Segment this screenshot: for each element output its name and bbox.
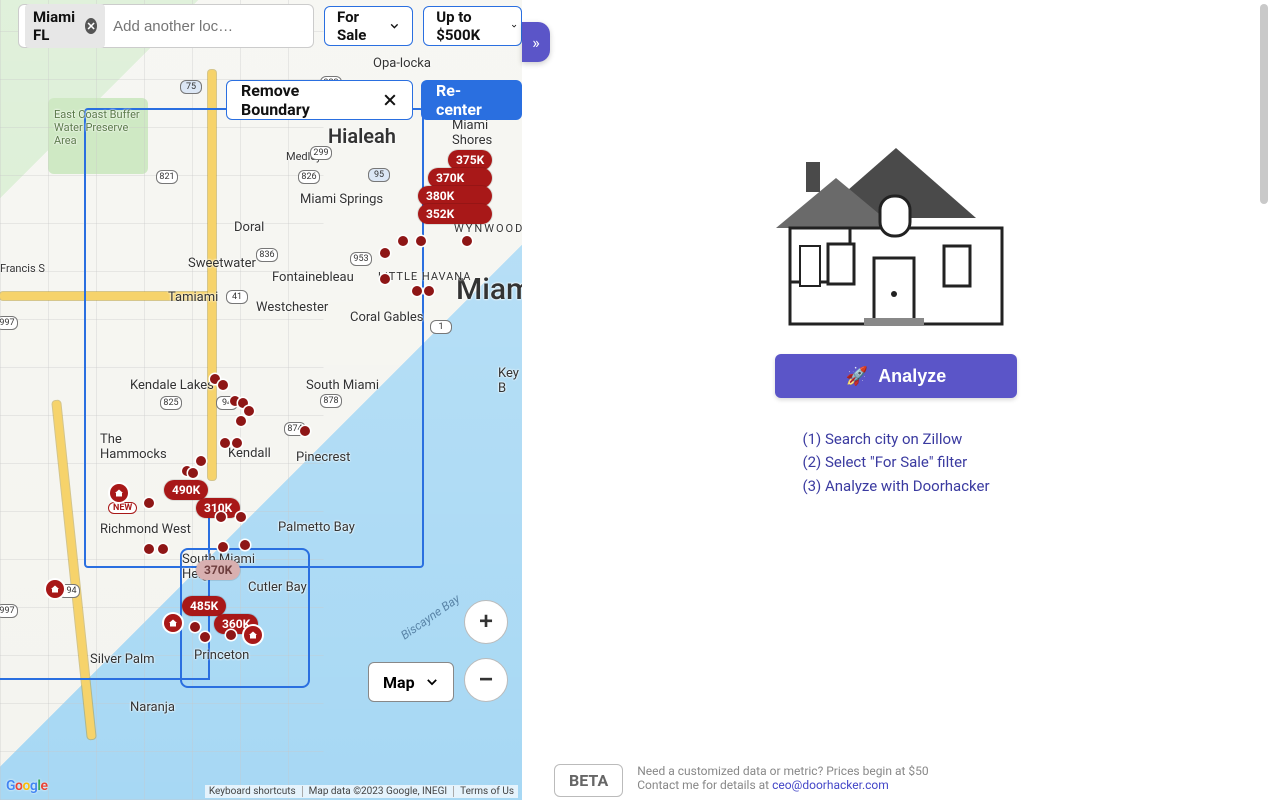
- attr-data: Map data ©2023 Google, INEGI: [309, 786, 447, 797]
- footer-contact-text: Contact me for details at: [637, 778, 772, 792]
- marker-dot[interactable]: [196, 456, 206, 466]
- marker-dot[interactable]: [398, 236, 408, 246]
- close-icon: [382, 92, 398, 108]
- marker-dot[interactable]: [412, 286, 422, 296]
- map-attribution: Keyboard shortcuts Map data ©2023 Google…: [205, 785, 518, 798]
- filter-for-sale-label: For Sale: [337, 8, 379, 44]
- onboarding-steps: (1) Search city on Zillow (2) Select "Fo…: [802, 428, 989, 498]
- chevron-right-icon: »: [532, 33, 540, 52]
- location-input[interactable]: [111, 17, 314, 36]
- chevron-down-icon: [511, 19, 517, 33]
- marker-dot[interactable]: [424, 286, 434, 296]
- footer-note: Need a customized data or metric? Prices…: [637, 764, 928, 792]
- price-pill[interactable]: 490K: [164, 480, 208, 500]
- price-pill[interactable]: 352K: [418, 204, 492, 224]
- marker-dot[interactable]: [218, 380, 228, 390]
- remove-boundary-label: Remove Boundary: [241, 81, 372, 119]
- location-chip-text: Miami FL: [33, 8, 79, 44]
- marker-dot[interactable]: [236, 416, 246, 426]
- map-actions: Remove Boundary Re-center: [226, 80, 522, 120]
- marker-dot[interactable]: [190, 622, 200, 632]
- step-3: (3) Analyze with Doorhacker: [802, 475, 989, 498]
- analyze-label: Analyze: [878, 366, 946, 387]
- remove-boundary-button[interactable]: Remove Boundary: [226, 80, 413, 120]
- filter-price-label: Up to $500K: [436, 8, 501, 44]
- map-type-selector[interactable]: Map: [368, 662, 454, 702]
- price-370-faded[interactable]: 370K: [196, 560, 240, 580]
- price-pill[interactable]: 380K: [418, 186, 492, 206]
- tag-new[interactable]: NEW: [108, 502, 137, 514]
- marker-dot[interactable]: [220, 438, 230, 448]
- recenter-label: Re-center: [436, 81, 507, 119]
- chevron-down-icon: [425, 675, 439, 689]
- price-pill[interactable]: 375K: [448, 150, 492, 170]
- price-pill[interactable]: 485K: [182, 596, 226, 616]
- marker-home[interactable]: [164, 614, 182, 632]
- marker-dot[interactable]: [244, 406, 254, 416]
- marker-dot[interactable]: [226, 630, 236, 640]
- chevron-down-icon: [389, 19, 400, 33]
- attr-terms[interactable]: Terms of Us: [460, 786, 514, 797]
- marker-dot[interactable]: [158, 544, 168, 554]
- marker-dot[interactable]: [200, 632, 210, 642]
- marker-dot[interactable]: [380, 274, 390, 284]
- marker-dot[interactable]: [462, 236, 472, 246]
- marker-dot[interactable]: [380, 248, 390, 258]
- scrollbar[interactable]: [1260, 4, 1268, 204]
- map-type-label: Map: [383, 673, 415, 692]
- location-search[interactable]: Miami FL ✕: [18, 4, 314, 48]
- collapse-panel-tab[interactable]: »: [522, 22, 550, 62]
- marker-dot[interactable]: [232, 438, 242, 448]
- marker-home[interactable]: [110, 484, 128, 502]
- marker-dot[interactable]: [144, 498, 154, 508]
- location-chip[interactable]: Miami FL ✕: [25, 4, 105, 48]
- beta-badge: BETA: [554, 764, 623, 797]
- footer-email-link[interactable]: ceo@doorhacker.com: [772, 778, 889, 792]
- zoom-in-button[interactable]: +: [464, 600, 508, 644]
- marker-dot[interactable]: [416, 236, 426, 246]
- marker-home[interactable]: [46, 580, 64, 598]
- marker-dot[interactable]: [300, 426, 310, 436]
- rocket-icon: 🚀: [846, 366, 868, 387]
- remove-chip-icon[interactable]: ✕: [85, 18, 97, 34]
- price-cluster-ne[interactable]: 375K 370K 380K 352K: [418, 150, 492, 224]
- zoom-out-button[interactable]: −: [464, 658, 508, 702]
- marker-dot[interactable]: [218, 542, 228, 552]
- recenter-button[interactable]: Re-center: [421, 80, 522, 120]
- price-pill[interactable]: 370K: [428, 168, 492, 188]
- road-palmetto: [208, 70, 216, 480]
- zoom-controls: + −: [464, 600, 508, 702]
- house-illustration: [776, 118, 1016, 328]
- step-1: (1) Search city on Zillow: [802, 428, 989, 451]
- filter-for-sale[interactable]: For Sale: [324, 6, 413, 46]
- marker-dot[interactable]: [144, 544, 154, 554]
- step-2: (2) Select "For Sale" filter: [802, 451, 989, 474]
- marker-dot[interactable]: [236, 512, 246, 522]
- google-logo: Google: [6, 778, 48, 794]
- attr-shortcuts[interactable]: Keyboard shortcuts: [209, 786, 296, 797]
- price-485[interactable]: 485K: [182, 596, 226, 616]
- top-bar: Miami FL ✕ For Sale Up to $500K: [18, 4, 522, 48]
- panel-footer: BETA Need a customized data or metric? P…: [554, 764, 1238, 800]
- price-490[interactable]: 490K: [164, 480, 208, 500]
- zillow-map-pane: Miami Hialeah Opa-locka Miami Gardens Mi…: [0, 0, 522, 800]
- road-us41: [0, 292, 210, 300]
- analyze-button[interactable]: 🚀 Analyze: [775, 354, 1017, 398]
- marker-dot[interactable]: [188, 468, 198, 478]
- doorhacker-panel: 🚀 Analyze (1) Search city on Zillow (2) …: [524, 0, 1268, 800]
- marker-dot[interactable]: [216, 512, 226, 522]
- marker-home[interactable]: [244, 626, 262, 644]
- price-pill[interactable]: 370K: [196, 560, 240, 580]
- footer-note-line1: Need a customized data or metric? Prices…: [637, 764, 928, 778]
- marker-dot[interactable]: [240, 540, 250, 550]
- filter-price[interactable]: Up to $500K: [423, 6, 522, 46]
